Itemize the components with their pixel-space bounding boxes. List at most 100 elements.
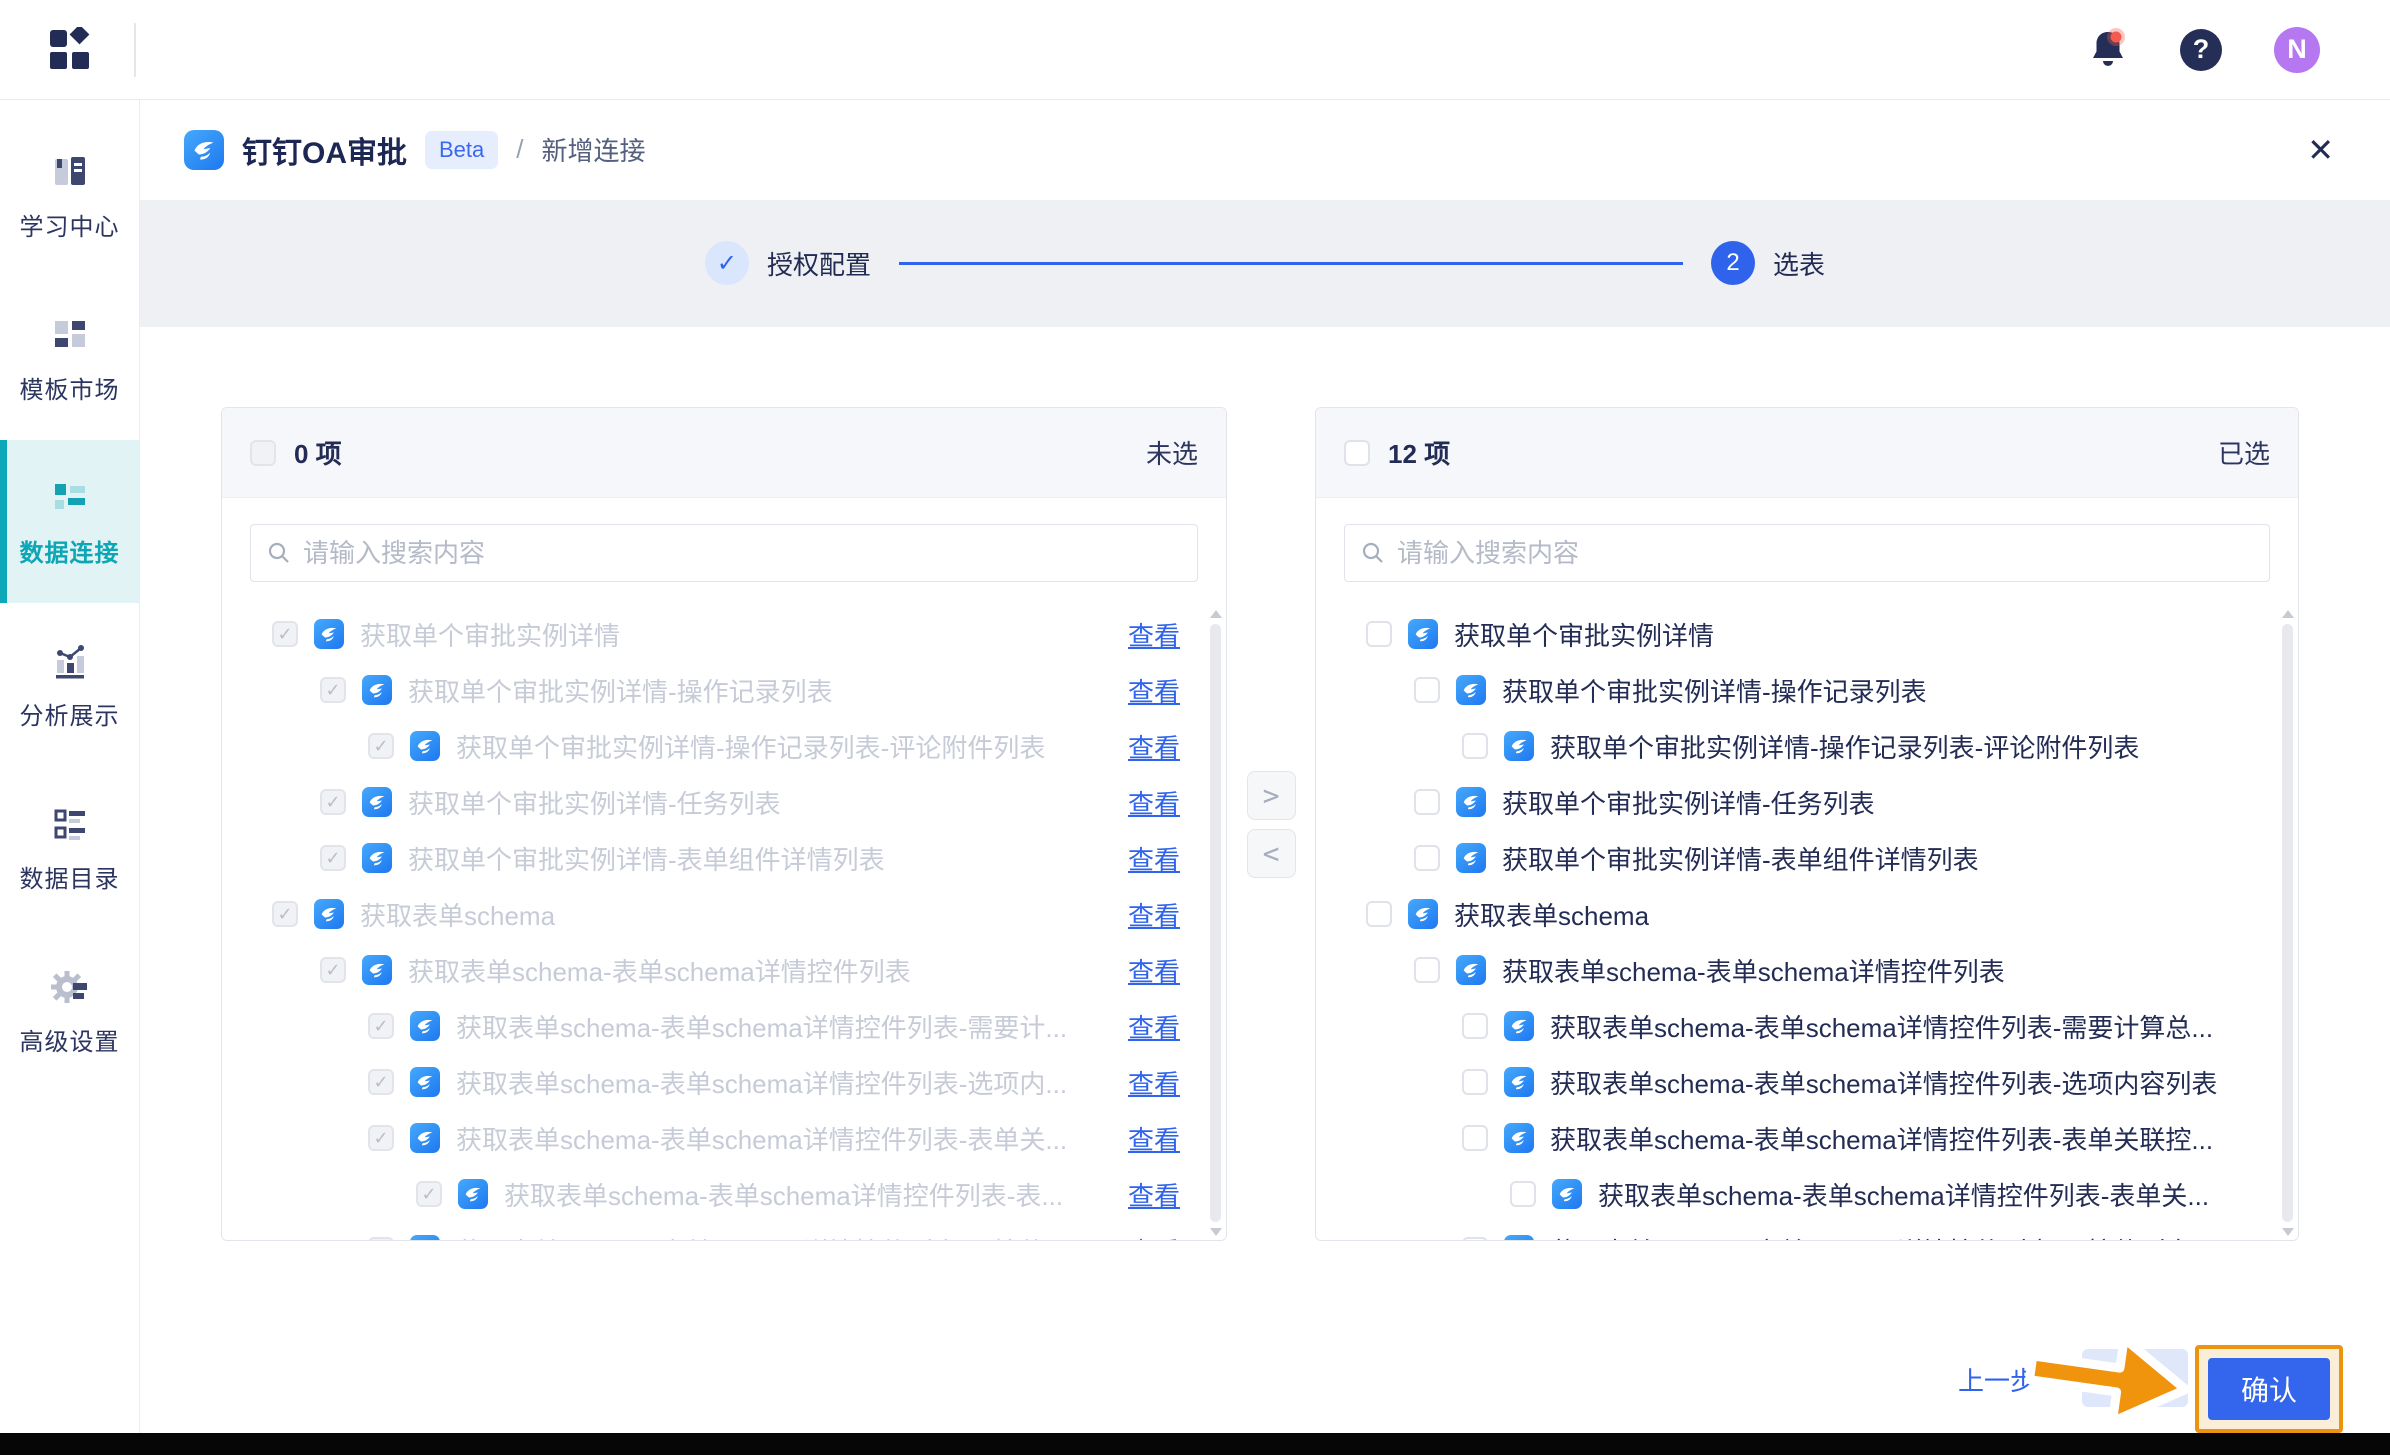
dingtalk-icon	[1504, 731, 1534, 761]
close-icon[interactable]: ✕	[2307, 134, 2334, 166]
help-icon[interactable]: ?	[2180, 29, 2222, 71]
table-name: 获取表单schema-表单schema详情控件列表-需要计...	[456, 1008, 1067, 1045]
scrollbar-thumb[interactable]	[1210, 624, 1221, 1222]
row-checkbox[interactable]	[1366, 901, 1392, 927]
row-checkbox[interactable]: ✓	[368, 1069, 394, 1095]
row-checkbox[interactable]: ✓	[368, 1013, 394, 1039]
table-row[interactable]: 获取表单schema-表单schema详情控件列表	[1316, 942, 2298, 998]
row-checkbox[interactable]: ✓	[368, 1237, 394, 1240]
move-right-button[interactable]: >	[1247, 771, 1296, 820]
row-checkbox[interactable]: ✓	[320, 957, 346, 983]
sidebar-item-advanced-settings[interactable]: 高级设置	[0, 929, 139, 1092]
row-checkbox[interactable]: ✓	[320, 789, 346, 815]
table-row[interactable]: 获取表单schema-表单schema详情控件列表-需要计算总...	[1316, 998, 2298, 1054]
view-link[interactable]: 查看	[1128, 672, 1180, 709]
view-link[interactable]: 查看	[1128, 616, 1180, 653]
move-left-button[interactable]: <	[1247, 829, 1296, 878]
table-row[interactable]: ✓ 获取表单schema-表单schema详情控件列表-子控件... 查看	[222, 1222, 1226, 1240]
view-link[interactable]: 查看	[1128, 896, 1180, 933]
table-row[interactable]: 获取单个审批实例详情-表单组件详情列表	[1316, 830, 2298, 886]
table-row[interactable]: ✓ 获取表单schema-表单schema详情控件列表-需要计... 查看	[222, 998, 1226, 1054]
scroll-up-icon[interactable]	[2282, 610, 2294, 618]
table-row[interactable]: 获取表单schema-表单schema详情控件列表-表单关...	[1316, 1166, 2298, 1222]
select-all-checkbox[interactable]	[250, 440, 276, 466]
row-checkbox[interactable]	[1510, 1181, 1536, 1207]
sidebar-item-analysis-display[interactable]: 分析展示	[0, 603, 139, 766]
row-checkbox[interactable]	[1366, 621, 1392, 647]
row-checkbox[interactable]: ✓	[368, 1125, 394, 1151]
scroll-up-icon[interactable]	[1210, 610, 1222, 618]
view-link[interactable]: 查看	[1128, 1064, 1180, 1101]
search-input[interactable]	[1397, 538, 2253, 569]
row-checkbox[interactable]	[1462, 1125, 1488, 1151]
scrollbar[interactable]	[1208, 608, 1223, 1238]
row-checkbox[interactable]	[1414, 677, 1440, 703]
scroll-down-icon[interactable]	[1210, 1228, 1222, 1236]
table-row[interactable]: ✓ 获取单个审批实例详情-操作记录列表 查看	[222, 662, 1226, 718]
table-row[interactable]: ✓ 获取表单schema-表单schema详情控件列表-表... 查看	[222, 1166, 1226, 1222]
table-row[interactable]: ✓ 获取单个审批实例详情-操作记录列表-评论附件列表 查看	[222, 718, 1226, 774]
view-link[interactable]: 查看	[1128, 1008, 1180, 1045]
row-checkbox[interactable]	[1462, 1237, 1488, 1240]
sidebar-item-data-connection[interactable]: 数据连接	[0, 440, 139, 603]
search-input[interactable]	[303, 538, 1181, 569]
scrollbar[interactable]	[2280, 608, 2295, 1238]
scrollbar-thumb[interactable]	[2282, 624, 2293, 1222]
notifications-button[interactable]	[2088, 28, 2128, 72]
table-row[interactable]: 获取单个审批实例详情-操作记录列表-评论附件列表	[1316, 718, 2298, 774]
table-row[interactable]: 获取表单schema-表单schema详情控件列表-选项内容列表	[1316, 1054, 2298, 1110]
bell-icon	[2088, 28, 2128, 72]
scroll-down-icon[interactable]	[2282, 1228, 2294, 1236]
row-checkbox[interactable]	[1414, 845, 1440, 871]
dingtalk-icon	[410, 1235, 440, 1240]
previous-step-button[interactable]: 上一步	[1958, 1361, 2036, 1398]
table-row[interactable]: 获取表单schema	[1316, 886, 2298, 942]
table-row[interactable]: 获取表单schema-表单schema详情控件列表-子控件列表	[1316, 1222, 2298, 1240]
row-checkbox[interactable]: ✓	[272, 901, 298, 927]
view-link[interactable]: 查看	[1128, 952, 1180, 989]
table-row[interactable]: ✓ 获取单个审批实例详情 查看	[222, 606, 1226, 662]
app-screen: ? N 学习中心	[0, 0, 2390, 1455]
confirm-button[interactable]: 确认	[2208, 1358, 2330, 1420]
sidebar-item-template-market[interactable]: 模板市场	[0, 277, 139, 440]
sidebar-item-learning-center[interactable]: 学习中心	[0, 114, 139, 277]
row-checkbox[interactable]	[1462, 1069, 1488, 1095]
view-link[interactable]: 查看	[1128, 728, 1180, 765]
view-link[interactable]: 查看	[1128, 1232, 1180, 1241]
row-checkbox[interactable]	[1462, 1013, 1488, 1039]
table-row[interactable]: ✓ 获取单个审批实例详情-任务列表 查看	[222, 774, 1226, 830]
table-row[interactable]: 获取单个审批实例详情-操作记录列表	[1316, 662, 2298, 718]
table-row[interactable]: ✓ 获取单个审批实例详情-表单组件详情列表 查看	[222, 830, 1226, 886]
row-checkbox[interactable]	[1414, 957, 1440, 983]
avatar[interactable]: N	[2274, 27, 2320, 73]
view-link[interactable]: 查看	[1128, 784, 1180, 821]
row-checkbox[interactable]: ✓	[416, 1181, 442, 1207]
row-checkbox[interactable]: ✓	[368, 733, 394, 759]
table-row[interactable]: 获取单个审批实例详情-任务列表	[1316, 774, 2298, 830]
table-row[interactable]: ✓ 获取表单schema 查看	[222, 886, 1226, 942]
row-checkbox[interactable]: ✓	[320, 677, 346, 703]
table-row[interactable]: 获取表单schema-表单schema详情控件列表-表单关联控...	[1316, 1110, 2298, 1166]
app-logo-icon[interactable]	[48, 27, 92, 73]
view-link[interactable]: 查看	[1128, 840, 1180, 877]
row-checkbox[interactable]	[1462, 733, 1488, 759]
sidebar-item-data-catalog[interactable]: 数据目录	[0, 766, 139, 929]
view-link[interactable]: 查看	[1128, 1120, 1180, 1157]
view-link[interactable]: 查看	[1128, 1176, 1180, 1213]
row-checkbox[interactable]	[1414, 789, 1440, 815]
cancel-button[interactable]: 取消	[2082, 1349, 2188, 1407]
table-name: 获取表单schema-表单schema详情控件列表-需要计算总...	[1550, 1008, 2213, 1045]
table-row[interactable]: ✓ 获取表单schema-表单schema详情控件列表 查看	[222, 942, 1226, 998]
table-row[interactable]: ✓ 获取表单schema-表单schema详情控件列表-选项内... 查看	[222, 1054, 1226, 1110]
table-row[interactable]: ✓ 获取表单schema-表单schema详情控件列表-表单关... 查看	[222, 1110, 1226, 1166]
stepper: ✓ 授权配置 2 选表	[140, 200, 2390, 327]
table-name: 获取单个审批实例详情-操作记录列表	[1502, 672, 1927, 709]
row-checkbox[interactable]: ✓	[272, 621, 298, 647]
row-checkbox[interactable]: ✓	[320, 845, 346, 871]
table-name: 获取单个审批实例详情	[1454, 616, 1714, 653]
transfer-controls: > <	[1227, 407, 1315, 1241]
sidebar-item-label: 学习中心	[20, 207, 120, 242]
select-all-checkbox[interactable]	[1344, 440, 1370, 466]
table-row[interactable]: 获取单个审批实例详情	[1316, 606, 2298, 662]
dingtalk-icon	[1408, 899, 1438, 929]
